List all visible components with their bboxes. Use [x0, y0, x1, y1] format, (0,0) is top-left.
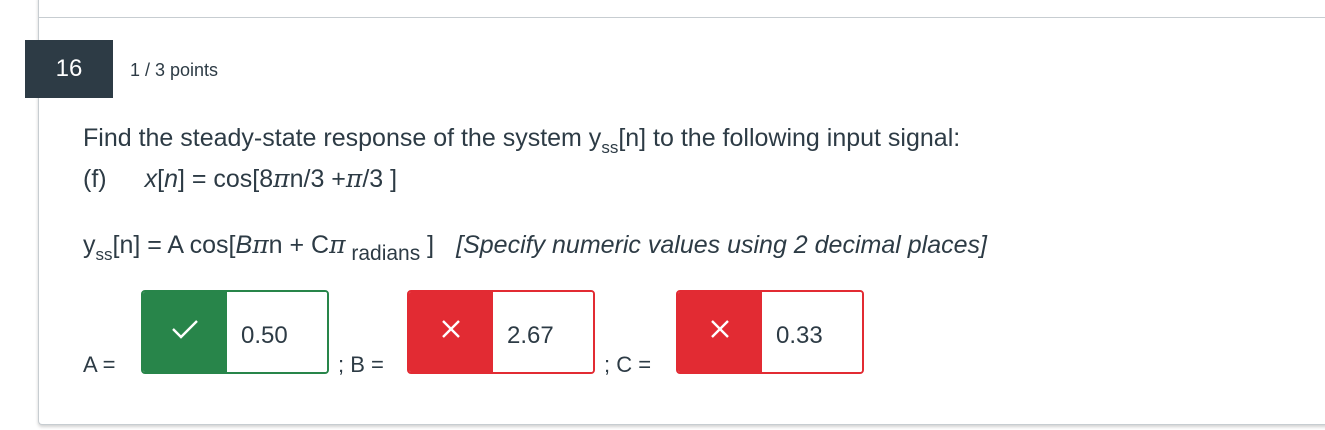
formula-pi: π: [252, 230, 269, 259]
prompt-subscript: ss: [601, 138, 619, 157]
answer-a-label: A =: [83, 352, 116, 377]
signal-n: n: [164, 165, 178, 193]
prompt-text-end: [n] to the following input signal:: [618, 124, 961, 152]
signal-eq: ] = cos[8: [177, 165, 274, 193]
x-icon: [678, 292, 762, 372]
formula-pi-2: π: [329, 230, 346, 259]
formula-y: y: [83, 231, 96, 259]
instruction-text: [Specify numeric values using 2 decimal …: [456, 231, 987, 259]
answer-c-field[interactable]: 0.33: [676, 290, 864, 374]
formula-subscript: ss: [95, 245, 113, 264]
answer-b-value[interactable]: 2.67: [493, 292, 593, 372]
x-icon: [409, 292, 493, 372]
signal-end: /3 ]: [362, 165, 398, 193]
answer-c-label: ; C =: [604, 352, 652, 377]
answer-a-field[interactable]: 0.50: [141, 290, 329, 374]
input-signal: (f) x[n] = cos[8πn/3 +π/3 ]: [83, 164, 397, 194]
formula-b: n + C: [268, 231, 330, 259]
formula-a: [n] = A cos[: [112, 231, 236, 259]
answer-b-field[interactable]: 2.67: [407, 290, 595, 374]
prompt-text: Find the steady-state response of the sy…: [83, 124, 602, 152]
formula-radians: radians: [345, 242, 421, 265]
question-number-badge: 16: [25, 40, 113, 98]
formula-close: ]: [420, 231, 435, 259]
signal-x: x: [144, 165, 158, 193]
divider: [38, 17, 1325, 18]
part-label: (f): [83, 165, 107, 193]
answer-b-label: ; B =: [338, 352, 384, 377]
question-points: 1 / 3 points: [130, 60, 219, 80]
pi-symbol: π: [273, 164, 290, 193]
pi-symbol-2: π: [345, 164, 363, 193]
check-icon: [143, 292, 227, 372]
answer-a-value[interactable]: 0.50: [227, 292, 327, 372]
signal-mid: n/3 +: [289, 165, 346, 193]
answer-c-value[interactable]: 0.33: [762, 292, 862, 372]
question-prompt: Find the steady-state response of the sy…: [83, 124, 961, 157]
formula-B: B: [235, 231, 253, 259]
answer-formula: yss[n] = A cos[Bπn + Cπ radians ] [Specif…: [83, 230, 987, 265]
